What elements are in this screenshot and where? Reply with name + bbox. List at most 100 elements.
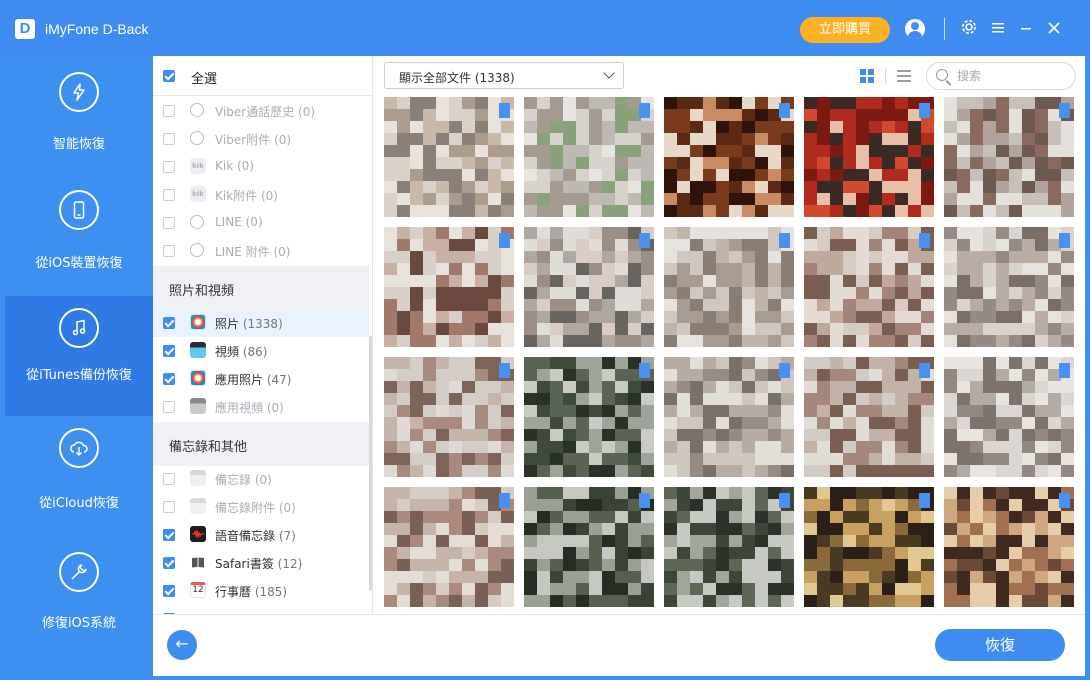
select-all-checkbox[interactable] xyxy=(163,70,175,82)
category-item-app-photos[interactable]: 應用照片 (47) xyxy=(153,365,369,393)
photo-thumbnail[interactable] xyxy=(804,227,934,347)
category-checkbox[interactable] xyxy=(163,245,175,257)
photo-thumbnail[interactable] xyxy=(804,487,934,607)
close-icon[interactable] xyxy=(1043,18,1065,40)
menu-icon[interactable] xyxy=(987,18,1009,40)
wrench-icon xyxy=(59,552,99,592)
settings-icon[interactable] xyxy=(958,18,980,40)
category-checkbox[interactable] xyxy=(163,317,175,329)
thumbnail-checkbox[interactable] xyxy=(499,363,510,378)
category-checkbox[interactable] xyxy=(163,161,175,173)
photo-thumbnail[interactable] xyxy=(664,357,794,477)
category-checkbox[interactable] xyxy=(163,585,175,597)
category-checkbox[interactable] xyxy=(163,501,175,513)
category-item-line[interactable]: LINE (0) xyxy=(153,209,369,237)
minimize-icon[interactable] xyxy=(1015,18,1037,40)
category-item-video[interactable]: 視頻 (86) xyxy=(153,337,369,365)
photo-thumbnail[interactable] xyxy=(944,357,1074,477)
thumbnail-checkbox[interactable] xyxy=(919,363,930,378)
photo-thumbnail[interactable] xyxy=(944,227,1074,347)
category-item-notes[interactable]: 備忘錄 (0) xyxy=(153,465,369,493)
sidebar-item-smart-recovery[interactable]: 智能恢復 xyxy=(5,56,153,176)
photo-thumbnail[interactable] xyxy=(804,97,934,217)
photo-thumbnail[interactable] xyxy=(384,97,514,217)
category-checkbox[interactable] xyxy=(163,401,175,413)
photo-thumbnail[interactable] xyxy=(524,357,654,477)
category-checkbox[interactable] xyxy=(163,529,175,541)
back-button[interactable]: ← xyxy=(167,630,197,660)
thumbnail-checkbox[interactable] xyxy=(1059,103,1070,118)
buy-now-button[interactable]: 立即購買 xyxy=(800,17,890,43)
grid-view-icon[interactable] xyxy=(860,69,874,83)
category-name: 照片 xyxy=(215,317,240,331)
thumbnail-checkbox[interactable] xyxy=(779,363,790,378)
photo-thumbnail[interactable] xyxy=(524,227,654,347)
thumbnail-checkbox[interactable] xyxy=(779,103,790,118)
search-box[interactable] xyxy=(926,62,1076,90)
thumbnail-checkbox[interactable] xyxy=(499,493,510,508)
category-checkbox[interactable] xyxy=(163,105,175,117)
thumbnail-checkbox[interactable] xyxy=(779,493,790,508)
category-name: 備忘錄附件 xyxy=(215,501,276,515)
sidebar-item-itunes-backup[interactable]: 從iTunes備份恢復 xyxy=(5,296,153,416)
category-checkbox[interactable] xyxy=(163,133,175,145)
category-item-viber-call-history[interactable]: Viber通話歷史 (0) xyxy=(153,97,369,125)
category-name: 應用照片 xyxy=(215,373,264,387)
photo-thumbnail[interactable] xyxy=(384,487,514,607)
category-checkbox[interactable] xyxy=(163,217,175,229)
thumbnail-checkbox[interactable] xyxy=(919,493,930,508)
category-item-safari-bookmarks[interactable]: Safari書簽 (12) xyxy=(153,549,369,577)
sidebar-item-repair-ios[interactable]: 修復iOS系統 xyxy=(5,536,153,656)
photo-thumbnail[interactable] xyxy=(664,97,794,217)
photo-thumbnail[interactable] xyxy=(944,487,1074,607)
photo-thumbnail[interactable] xyxy=(664,487,794,607)
footer-bar: ← 恢復 xyxy=(153,614,1085,676)
category-checkbox[interactable] xyxy=(163,473,175,485)
thumbnail-checkbox[interactable] xyxy=(499,233,510,248)
category-item-kik-attachments[interactable]: kik Kik附件 (0) xyxy=(153,181,369,209)
category-item-line-attachments[interactable]: LINE 附件 (0) xyxy=(153,237,369,265)
photo-thumbnail[interactable] xyxy=(944,97,1074,217)
list-view-icon[interactable] xyxy=(897,69,911,83)
sidebar-item-ios-device[interactable]: 從iOS裝置恢復 xyxy=(5,176,153,296)
category-item-viber-attachments[interactable]: Viber附件 (0) xyxy=(153,125,369,153)
thumbnail-checkbox[interactable] xyxy=(639,103,650,118)
category-item-app-video[interactable]: 應用視頻 (0) xyxy=(153,393,369,421)
line-icon xyxy=(190,243,204,257)
category-item-kik[interactable]: kik Kik (0) xyxy=(153,153,369,181)
recover-button[interactable]: 恢復 xyxy=(935,629,1065,661)
category-count: (0) xyxy=(254,473,272,487)
thumbnail-checkbox[interactable] xyxy=(919,233,930,248)
category-scrollbar[interactable] xyxy=(369,336,372,591)
category-item-photos[interactable]: 照片 (1338) xyxy=(153,309,369,337)
category-checkbox[interactable] xyxy=(163,557,175,569)
search-input[interactable] xyxy=(957,67,1067,85)
select-all-row[interactable]: 全選 xyxy=(153,56,372,96)
file-filter-dropdown[interactable]: 顯示全部文件 (1338) xyxy=(384,62,624,89)
thumbnail-checkbox[interactable] xyxy=(639,363,650,378)
thumbnail-checkbox[interactable] xyxy=(779,233,790,248)
thumbnail-checkbox[interactable] xyxy=(1059,233,1070,248)
category-item-notes-attachments[interactable]: 備忘錄附件 (0) xyxy=(153,493,369,521)
photo-thumbnail[interactable] xyxy=(384,227,514,347)
thumbnail-checkbox[interactable] xyxy=(499,103,510,118)
category-checkbox[interactable] xyxy=(163,189,175,201)
photo-thumbnail[interactable] xyxy=(664,227,794,347)
thumbnail-checkbox[interactable] xyxy=(919,103,930,118)
thumbnail-checkbox[interactable] xyxy=(639,493,650,508)
category-item-partial[interactable] xyxy=(153,605,369,614)
category-checkbox[interactable] xyxy=(163,373,175,385)
category-item-voice-memos[interactable]: 語音備忘錄 (7) xyxy=(153,521,369,549)
thumbnail-checkbox[interactable] xyxy=(1059,363,1070,378)
photo-thumbnail[interactable] xyxy=(524,97,654,217)
photo-thumbnail[interactable] xyxy=(804,357,934,477)
thumbnail-checkbox[interactable] xyxy=(639,233,650,248)
category-item-calendar[interactable]: 12 行事曆 (185) xyxy=(153,577,369,605)
sidebar-item-icloud[interactable]: 從iCloud恢復 xyxy=(5,416,153,536)
category-checkbox[interactable] xyxy=(163,345,175,357)
photo-thumbnail[interactable] xyxy=(384,357,514,477)
user-avatar-icon[interactable] xyxy=(905,19,925,39)
photo-thumbnail[interactable] xyxy=(524,487,654,607)
category-name: Kik xyxy=(215,159,234,173)
thumbnail-checkbox[interactable] xyxy=(1059,493,1070,508)
